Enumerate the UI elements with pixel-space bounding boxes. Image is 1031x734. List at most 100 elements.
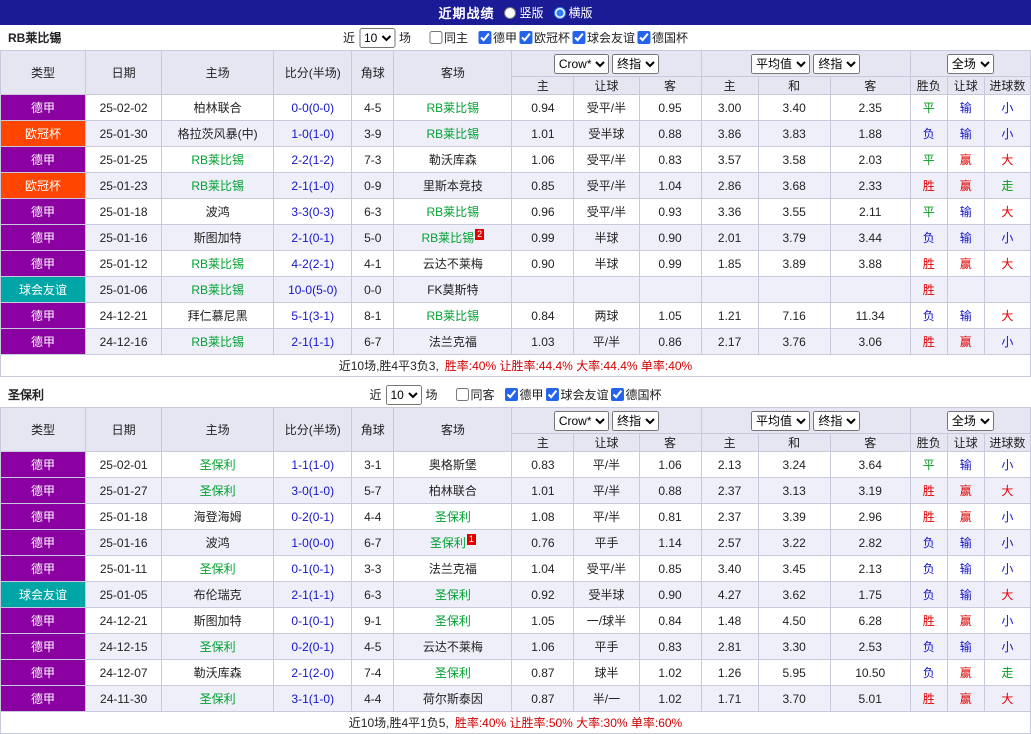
team-link[interactable]: RB莱比锡 [427,205,480,219]
team-link[interactable]: 云达不莱梅 [423,257,483,271]
odds-time-select[interactable]: 终指 [612,410,660,431]
league-checkbox[interactable] [610,388,624,401]
match-score[interactable]: 1-0(0-0) [273,529,353,556]
team-link[interactable]: RB莱比锡 [191,257,244,271]
match-score[interactable]: 1-0(1-0) [273,120,353,147]
team-link[interactable]: 法兰克福 [429,335,477,349]
team-link[interactable]: RB莱比锡 [191,179,244,193]
league-filter[interactable]: 德甲 [477,29,517,46]
same-venue-checkbox[interactable] [428,31,442,44]
team-link[interactable]: 格拉茨风暴(中) [178,127,258,141]
team-link[interactable]: 海登海姆 [194,510,242,524]
team-link[interactable]: 圣保利 [200,692,236,706]
same-venue-filter[interactable]: 同客 [455,386,495,403]
odds-time-select[interactable]: 终指 [612,53,660,74]
league-filter[interactable]: 球会友谊 [545,386,609,403]
team-link[interactable]: 斯图加特 [194,231,242,245]
team-link[interactable]: RB莱比锡 [427,309,480,323]
team-link[interactable]: 柏林联合 [429,484,477,498]
team-link[interactable]: 圣保利 [435,510,471,524]
match-count-select[interactable]: 10 [385,384,422,405]
match-score[interactable]: 2-1(1-1) [273,328,353,355]
horizontal-layout-radio[interactable] [553,6,566,19]
team-link[interactable]: 里斯本竞技 [423,179,483,193]
team-link[interactable]: FK莫斯特 [427,283,478,297]
league-badge: 德甲 [0,302,87,329]
match-score[interactable]: 2-1(1-0) [273,172,353,199]
team-link[interactable]: 云达不莱梅 [423,640,483,654]
team-link[interactable]: RB莱比锡 [427,127,480,141]
team-link[interactable]: RB莱比锡 [422,231,475,245]
league-filter[interactable]: 德国杯 [637,29,688,46]
league-checkbox[interactable] [545,388,559,401]
league-filter[interactable]: 球会友谊 [572,29,635,46]
league-checkbox[interactable] [504,388,518,401]
team-link[interactable]: 圣保利 [200,640,236,654]
odds-value: 0.95 [638,94,702,121]
team-link[interactable]: 波鸿 [206,205,230,219]
match-score[interactable]: 1-1(1-0) [273,451,353,478]
match-count-select[interactable]: 10 [358,27,395,48]
league-checkbox[interactable] [477,31,491,44]
team-link[interactable]: RB莱比锡 [191,283,244,297]
team-link[interactable]: 荷尔斯泰因 [423,692,483,706]
team-link[interactable]: 波鸿 [206,536,230,550]
team-link[interactable]: 圣保利 [430,536,466,550]
match-score[interactable]: 3-1(1-0) [273,685,353,712]
odds-company-select[interactable]: Crow* [553,53,609,74]
league-checkbox[interactable] [519,31,533,44]
match-score[interactable]: 2-2(1-2) [273,146,353,173]
match-score[interactable]: 0-2(0-1) [273,503,353,530]
team-link[interactable]: 圣保利 [200,458,236,472]
team-link[interactable]: 布伦瑞克 [194,588,242,602]
same-venue-filter[interactable]: 同主 [428,29,468,46]
match-score[interactable]: 0-1(0-1) [273,607,353,634]
match-score[interactable]: 3-0(1-0) [273,477,353,504]
team-link[interactable]: 奥格斯堡 [429,458,477,472]
team-link[interactable]: RB莱比锡 [191,335,244,349]
match-score[interactable]: 0-0(0-0) [273,94,353,121]
match-row: 球会友谊 25-01-06 RB莱比锡 10-0(5-0) 0-0 FK莫斯特 胜 [0,276,1031,303]
result-value: 赢 [946,477,985,504]
team-link[interactable]: RB莱比锡 [191,153,244,167]
euro-company-select[interactable]: 平均值 [750,53,810,74]
team-link[interactable]: 圣保利 [435,614,471,628]
team-link[interactable]: 拜仁慕尼黑 [188,309,248,323]
match-score[interactable]: 0-1(0-1) [273,555,353,582]
team-link[interactable]: 圣保利 [200,562,236,576]
team-link[interactable]: 圣保利 [435,666,471,680]
match-score[interactable]: 2-1(1-1) [273,581,353,608]
team-link[interactable]: 柏林联合 [194,101,242,115]
team-link[interactable]: RB莱比锡 [427,101,480,115]
match-score[interactable]: 3-3(0-3) [273,198,353,225]
scope-select[interactable]: 全场 [946,410,994,431]
team-link[interactable]: 斯图加特 [194,614,242,628]
league-checkbox[interactable] [637,31,651,44]
team-link[interactable]: 圣保利 [435,588,471,602]
team-link[interactable]: 勒沃库森 [429,153,477,167]
team-link[interactable]: 圣保利 [200,484,236,498]
euro-company-select[interactable]: 平均值 [750,410,810,431]
same-venue-checkbox[interactable] [455,388,469,401]
scope-select[interactable]: 全场 [946,53,994,74]
match-score[interactable]: 2-1(0-1) [273,224,353,251]
odds-value: 3.86 [700,120,759,147]
odds-company-select[interactable]: Crow* [553,410,609,431]
vertical-layout-radio[interactable] [504,6,517,19]
league-filter[interactable]: 德甲 [504,386,544,403]
league-filter[interactable]: 欧冠杯 [519,29,570,46]
match-score[interactable]: 10-0(5-0) [273,276,353,303]
odds-value: 1.03 [511,328,575,355]
match-score[interactable]: 0-2(0-1) [273,633,353,660]
match-score[interactable]: 5-1(3-1) [273,302,353,329]
match-score[interactable]: 2-1(2-0) [273,659,353,686]
layout-horizontal-option[interactable]: 横版 [553,4,593,21]
team-link[interactable]: 法兰克福 [429,562,477,576]
team-link[interactable]: 勒沃库森 [194,666,242,680]
layout-vertical-option[interactable]: 竖版 [504,4,544,21]
euro-time-select[interactable]: 终指 [813,410,861,431]
match-score[interactable]: 4-2(2-1) [273,250,353,277]
euro-time-select[interactable]: 终指 [813,53,861,74]
league-filter[interactable]: 德国杯 [610,386,662,403]
league-checkbox[interactable] [572,31,586,44]
